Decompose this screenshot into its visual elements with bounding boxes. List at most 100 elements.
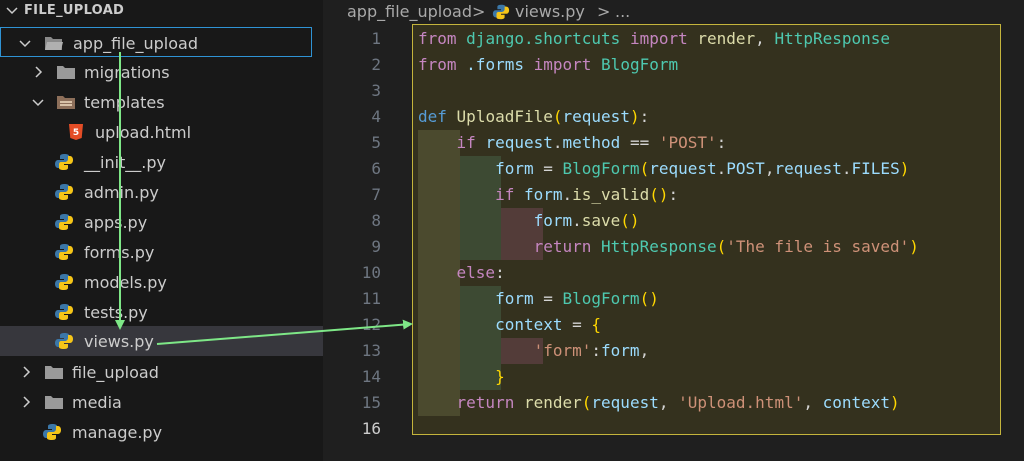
code-token: import: [629, 29, 688, 48]
code-line[interactable]: return HttpResponse('The file is saved'): [418, 234, 919, 260]
code-line[interactable]: 'form':form,: [418, 338, 650, 364]
tree-item-file-upload[interactable]: file_upload: [0, 357, 323, 387]
folder-icon: [57, 66, 75, 79]
tree-item-views-py[interactable]: views.py: [0, 326, 323, 356]
tree-item-app-file-upload[interactable]: app_file_upload: [0, 27, 312, 57]
tree-item-label: media: [72, 393, 122, 412]
code-line[interactable]: return render(request, 'Upload.html', co…: [418, 390, 900, 416]
code-token: ,: [755, 29, 775, 48]
line-number: 5: [371, 133, 381, 152]
code-token: .: [562, 185, 573, 204]
tree-item-templates[interactable]: templates: [0, 87, 323, 117]
code-token: UploadFile: [456, 107, 553, 126]
breadcrumb-folder[interactable]: app_file_upload: [347, 2, 472, 21]
chevron-down-icon[interactable]: [30, 94, 46, 110]
line-number: 15: [361, 393, 381, 412]
code-line[interactable]: form = BlogForm(): [418, 286, 659, 312]
breadcrumb-separator: >: [472, 2, 486, 21]
python-icon: [55, 184, 73, 200]
tree-item-label: templates: [84, 93, 165, 112]
breadcrumb-file[interactable]: views.py: [515, 2, 585, 21]
code-line[interactable]: from django.shortcuts import render, Htt…: [418, 26, 890, 52]
code-token: save: [581, 211, 621, 230]
code-line[interactable]: form.save(): [418, 208, 640, 234]
tree-item-tests-py[interactable]: tests.py: [0, 297, 323, 327]
code-token: :: [639, 107, 650, 126]
tree-item-label: apps.py: [84, 213, 148, 232]
code-token: }: [495, 367, 505, 386]
python-icon: [55, 244, 73, 260]
folder-icon: [45, 366, 63, 379]
breadcrumb-more[interactable]: ...: [615, 2, 630, 21]
chevron-right-icon[interactable]: [18, 364, 34, 380]
code-token: django.shortcuts: [466, 29, 621, 48]
code-token: form: [601, 341, 640, 360]
code-token: form: [533, 211, 573, 230]
explorer-header[interactable]: FILE_UPLOAD: [0, 0, 323, 22]
python-icon: [55, 333, 73, 349]
tree-item-label: tests.py: [84, 303, 148, 322]
chevron-right-icon[interactable]: [18, 394, 34, 410]
tree-item-upload-html[interactable]: 5 upload.html: [0, 117, 323, 147]
code-editor[interactable]: app_file_upload > views.py > ... 1234567…: [323, 0, 1024, 461]
tree-item-label: file_upload: [72, 363, 159, 382]
tree-item-migrations[interactable]: migrations: [0, 57, 323, 87]
code-token: if: [495, 185, 515, 204]
line-number: 11: [361, 289, 381, 308]
code-token: (): [620, 211, 640, 230]
python-icon: [43, 424, 61, 440]
tree-item-admin-py[interactable]: admin.py: [0, 177, 323, 207]
code-token: ): [890, 393, 900, 412]
code-token: return: [533, 237, 592, 256]
code-line[interactable]: if form.is_valid():: [418, 182, 678, 208]
code-token: HttpResponse: [601, 237, 717, 256]
code-token: (): [649, 185, 669, 204]
line-number: 6: [371, 159, 381, 178]
line-number: 12: [361, 315, 381, 334]
tree-item-label: admin.py: [84, 183, 159, 202]
code-token: BlogForm: [562, 289, 640, 308]
line-number: 4: [371, 107, 381, 126]
python-icon: [55, 154, 73, 170]
tree-item-models-py[interactable]: models.py: [0, 267, 323, 297]
code-token: BlogForm: [601, 55, 679, 74]
tree-item-forms-py[interactable]: forms.py: [0, 237, 323, 267]
chevron-right-icon[interactable]: [30, 64, 46, 80]
tree-item-media[interactable]: media: [0, 387, 323, 417]
code-token: =: [562, 315, 592, 334]
code-token: (: [581, 393, 592, 412]
code-token: is_valid: [572, 185, 650, 204]
tree-item-manage-py[interactable]: manage.py: [0, 417, 323, 447]
code-line[interactable]: else:: [418, 260, 505, 286]
code-token: 'The file is saved': [726, 237, 910, 256]
code-token: from: [418, 55, 457, 74]
code-token: request: [562, 107, 630, 126]
explorer-title: FILE_UPLOAD: [24, 3, 125, 18]
code-token: :: [591, 341, 602, 360]
line-number: 7: [371, 185, 381, 204]
chevron-down-icon[interactable]: [4, 2, 20, 18]
tree-item-label: __init__.py: [84, 153, 167, 172]
code-line[interactable]: }: [418, 364, 505, 390]
code-line[interactable]: form = BlogForm(request.POST,request.FIL…: [418, 156, 909, 182]
code-token: 'POST': [658, 133, 717, 152]
tree-item-init-py[interactable]: __init__.py: [0, 147, 323, 177]
code-line[interactable]: from .forms import BlogForm: [418, 52, 678, 78]
chevron-down-icon[interactable]: [17, 35, 33, 51]
code-token: .forms: [466, 55, 524, 74]
code-token: (: [716, 237, 727, 256]
tree-item-apps-py[interactable]: apps.py: [0, 207, 323, 237]
code-line[interactable]: context = {: [418, 312, 601, 338]
python-icon: [492, 4, 510, 20]
code-token: import: [533, 55, 592, 74]
code-line[interactable]: def UploadFile(request):: [418, 104, 649, 130]
code-line[interactable]: if request.method == 'POST':: [418, 130, 727, 156]
code-token: ,: [803, 393, 823, 412]
code-token: =: [533, 159, 563, 178]
html5-icon: 5: [69, 124, 83, 140]
